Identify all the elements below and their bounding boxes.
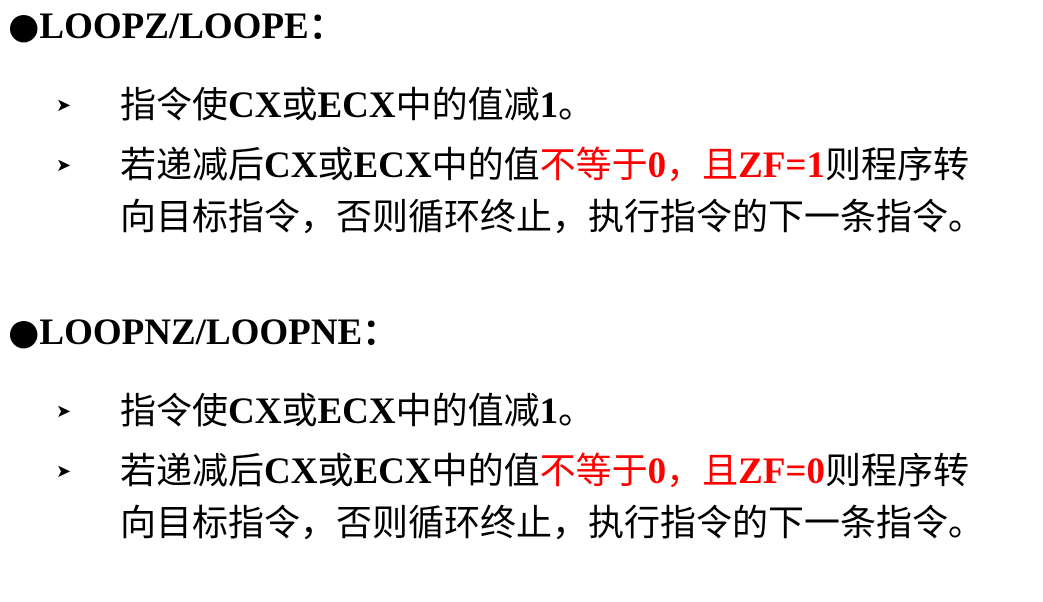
text-run: 中的值 xyxy=(431,451,540,492)
highlight-text: 0 xyxy=(647,451,667,492)
text-run: ECX xyxy=(317,85,396,126)
highlight-text: ，且 xyxy=(666,145,739,186)
text-run: 1 xyxy=(539,391,559,432)
text-run: 1 xyxy=(539,85,559,126)
text-run: 或 xyxy=(281,85,318,126)
text-run: CX xyxy=(228,391,282,432)
section-1-item-2: ➤ 若递减后CX或ECX中的值不等于0，且ZF=1则程序转向目标指令，否则循环终… xyxy=(56,140,996,244)
text-run: 中的值 xyxy=(431,145,540,186)
text-run: 指令使 xyxy=(120,391,229,432)
section-1-item-1-text: 指令使CX或ECX中的值减1。 xyxy=(120,80,1016,132)
text-run: 或 xyxy=(317,145,354,186)
section-2-heading: ●LOOPNZ/LOOPNE： xyxy=(8,310,398,355)
text-run: ECX xyxy=(317,391,396,432)
text-run: 若递减后 xyxy=(120,451,265,492)
triangle-right-bullet-icon: ➤ xyxy=(56,461,72,482)
text-run: ECX xyxy=(353,145,432,186)
section-2-item-2-text: 若递减后CX或ECX中的值不等于0，且ZF=0则程序转向目标指令，否则循环终止，… xyxy=(120,446,996,550)
section-2-dot: ● xyxy=(8,311,40,353)
section-2-item-1-text: 指令使CX或ECX中的值减1。 xyxy=(120,386,1016,438)
section-1-item-1: ➤ 指令使CX或ECX中的值减1。 xyxy=(56,80,1016,132)
highlight-text: 不等于 xyxy=(539,451,648,492)
highlight-text: 0 xyxy=(647,145,667,186)
section-1-heading: ●LOOPZ/LOOPE： xyxy=(8,4,345,49)
triangle-right-bullet-icon: ➤ xyxy=(56,401,72,422)
text-run: 若递减后 xyxy=(120,145,265,186)
slide: ●LOOPZ/LOOPE： ➤ 指令使CX或ECX中的值减1。 ➤ 若递减后CX… xyxy=(0,0,1043,602)
section-2-mnemonic: LOOPNZ/LOOPNE xyxy=(39,312,363,353)
text-run: 指令使 xyxy=(120,85,229,126)
text-run: CX xyxy=(264,451,318,492)
text-run: CX xyxy=(264,145,318,186)
highlight-text: ZF=0 xyxy=(738,451,826,492)
section-1-colon: ： xyxy=(308,5,345,47)
text-run: 中的值减 xyxy=(395,391,540,432)
triangle-right-bullet-icon: ➤ xyxy=(56,155,72,176)
section-2-item-2: ➤ 若递减后CX或ECX中的值不等于0，且ZF=0则程序转向目标指令，否则循环终… xyxy=(56,446,996,550)
highlight-text: ZF=1 xyxy=(738,145,826,186)
highlight-text: 不等于 xyxy=(539,145,648,186)
section-2-colon: ： xyxy=(362,311,399,353)
text-run: ECX xyxy=(353,451,432,492)
text-run: 或 xyxy=(317,451,354,492)
section-1-dot: ● xyxy=(8,5,40,47)
text-run: CX xyxy=(228,85,282,126)
section-1-item-2-text: 若递减后CX或ECX中的值不等于0，且ZF=1则程序转向目标指令，否则循环终止，… xyxy=(120,140,996,244)
highlight-text: ，且 xyxy=(666,451,739,492)
text-run: 或 xyxy=(281,391,318,432)
section-2-item-1: ➤ 指令使CX或ECX中的值减1。 xyxy=(56,386,1016,438)
triangle-right-bullet-icon: ➤ xyxy=(56,95,72,116)
text-run: 。 xyxy=(558,85,595,126)
text-run: 。 xyxy=(558,391,595,432)
text-run: 中的值减 xyxy=(395,85,540,126)
section-1-mnemonic: LOOPZ/LOOPE xyxy=(39,6,309,47)
